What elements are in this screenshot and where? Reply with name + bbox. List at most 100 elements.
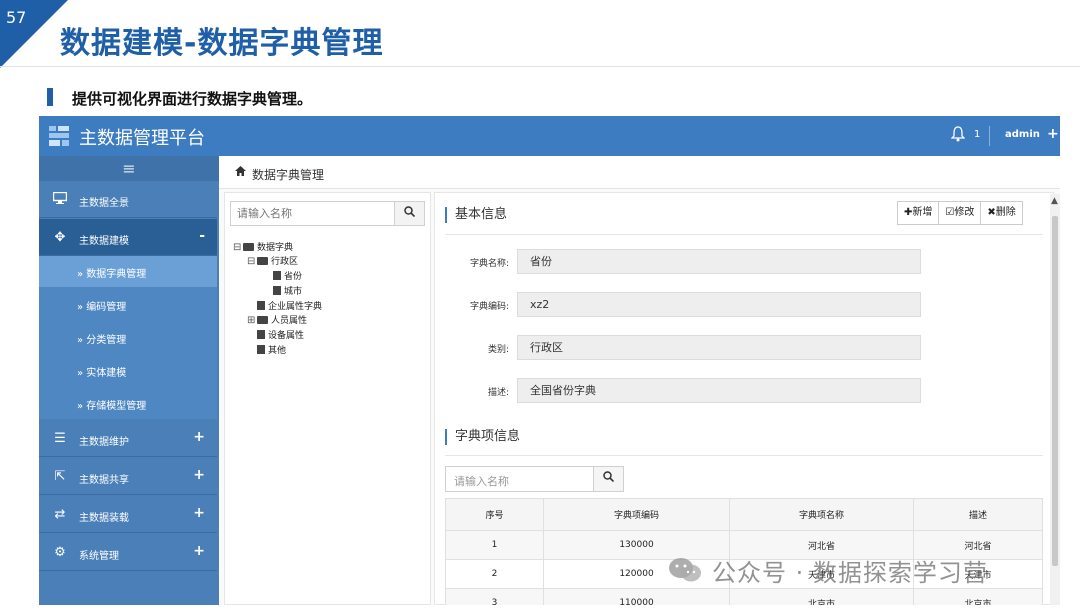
add-button[interactable]: ✚新增 [898,202,940,224]
bell-icon[interactable] [951,126,965,142]
share-icon: ⇱ [54,469,66,484]
sidebar-item-sharing[interactable]: ⇱ 主数据共享 + [39,458,217,495]
column-header[interactable]: 字典项编码 [543,498,730,531]
field-label: 描述: [487,388,509,398]
file-icon [273,286,281,295]
tree-node-label: 城市 [284,287,303,297]
sidebar-item-system[interactable]: ⚙ 系统管理 + [39,534,217,571]
table-row[interactable]: 3 110000 北京市 北京市 [445,588,1043,605]
edit-button[interactable]: ☑修改 [939,202,982,224]
field-label: 字典名称: [469,259,509,269]
app-title: 主数据管理平台 [79,128,205,149]
cogs-icon: ⚙ [54,545,66,560]
tree-node-region[interactable]: ⊟ 行政区 [247,254,298,267]
form-row-category: 类别: 行政区 [445,335,921,361]
search-icon [603,471,615,483]
dictionary-items-table: 序号 字典项编码 字典项名称 描述 1 130000 河北省 河北省 2 120… [445,498,1043,605]
column-header[interactable]: 字典项名称 [729,498,914,531]
slide-title: 数据建模-数据字典管理 [60,26,384,61]
sidebar-item-overview[interactable]: 主数据全景 [39,181,217,218]
description-field[interactable]: 全国省份字典 [517,378,921,403]
submenu-item-storage[interactable]: » 存储模型管理 [39,388,217,419]
table-cell: 110000 [543,588,730,605]
tree-node-province[interactable]: 省份 [273,269,302,282]
scroll-up-icon[interactable]: ▲ [1051,196,1058,206]
top-bar: 主数据管理平台 1 admin + [39,116,1060,156]
file-icon [257,330,265,339]
home-icon[interactable] [235,166,246,179]
tree-node-city[interactable]: 城市 [273,284,302,297]
gear-icon: ✥ [54,230,66,245]
sidebar-item-loading[interactable]: ⇄ 主数据装载 + [39,496,217,533]
collapse-icon[interactable]: ⊟ [233,242,243,253]
file-icon [257,301,265,310]
tree-node-equipment[interactable]: 设备属性 [257,328,304,341]
folder-icon [257,316,268,324]
column-header[interactable]: 描述 [913,498,1043,531]
tree-node-other[interactable]: 其他 [257,343,286,356]
sidebar-item-maintenance[interactable]: ☰ 主数据维护 + [39,420,217,457]
topbar-separator [989,126,990,146]
dictionary-code-field[interactable]: xz2 [517,292,921,317]
collapse-icon[interactable]: - [199,228,205,244]
submenu-item-dictionary[interactable]: » 数据字典管理 [39,256,217,287]
search-button[interactable] [593,467,623,491]
sidebar-item-label: 主数据装载 [79,513,129,524]
tree-node-label: 其他 [268,346,287,356]
collapse-icon[interactable]: ⊟ [247,256,257,267]
expand-icon[interactable]: + [193,543,205,559]
expand-icon[interactable]: + [193,429,205,445]
category-field[interactable]: 行政区 [517,335,921,360]
tree-node-personnel[interactable]: ⊞ 人员属性 [247,313,307,326]
breadcrumb-label: 数据字典管理 [252,168,325,182]
submenu-item-entity[interactable]: » 实体建模 [39,355,217,386]
sidebar-item-modeling[interactable]: ✥ 主数据建模 - [39,219,217,256]
expand-icon[interactable]: ⊞ [247,315,257,326]
page-number: 57 [6,8,27,27]
expand-icon[interactable]: + [193,467,205,483]
folder-open-icon [243,243,254,251]
delete-button[interactable]: ✖删除 [981,202,1021,224]
sidebar-item-label: 主数据维护 [79,437,129,448]
menu-toggle-icon[interactable]: ≡ [39,156,219,181]
search-button[interactable] [394,202,424,225]
column-header[interactable]: 序号 [445,498,544,531]
submenu-item-label: » 分类管理 [77,335,127,346]
submenu-item-classification[interactable]: » 分类管理 [39,322,217,353]
bullet-marker [47,88,53,106]
field-label: 类别: [487,345,509,355]
expand-icon[interactable]: + [193,505,205,521]
tree-node-label: 设备属性 [268,331,305,341]
monitor-icon [52,191,68,208]
dictionary-name-field[interactable]: 省份 [517,249,921,274]
sidebar-item-label: 主数据全景 [79,198,129,209]
table-cell: 130000 [543,530,730,560]
scrollbar-thumb[interactable] [1052,216,1058,566]
notification-count: 1 [974,129,981,140]
list-icon: ☰ [54,431,66,446]
scrollbar[interactable]: ▲ [1050,194,1060,605]
tree-node-enterprise[interactable]: 企业属性字典 [257,299,322,312]
table-cell: 北京市 [913,588,1043,605]
form-row-description: 描述: 全国省份字典 [445,378,921,404]
form-row-name: 字典名称: 省份 [445,249,921,275]
user-menu[interactable]: admin [1005,129,1040,140]
field-label: 字典编码: [469,302,509,312]
items-search-input[interactable]: 请输入名称 [454,473,509,489]
tree-search-input[interactable] [231,202,397,225]
sync-icon: ⇄ [54,507,66,522]
section-divider [445,234,1043,235]
search-icon [404,206,416,218]
items-search: 请输入名称 [445,466,624,492]
tree-node-label: 人员属性 [271,316,308,326]
tree-node-root[interactable]: ⊟ 数据字典 [233,240,293,253]
plus-icon[interactable]: + [1047,126,1059,142]
sidebar-item-label: 主数据共享 [79,475,129,486]
detail-panel: 基本信息 ✚新增 ☑修改 ✖删除 字典名称: 省份 字典编码: xz2 类别: [434,192,1054,605]
file-icon [257,345,265,354]
submenu-item-coding[interactable]: » 编码管理 [39,289,217,320]
bullet-text: 提供可视化界面进行数据字典管理。 [72,90,313,108]
tree-search [230,201,425,226]
folder-open-icon [257,257,268,265]
action-buttons: ✚新增 ☑修改 ✖删除 [897,201,1023,225]
